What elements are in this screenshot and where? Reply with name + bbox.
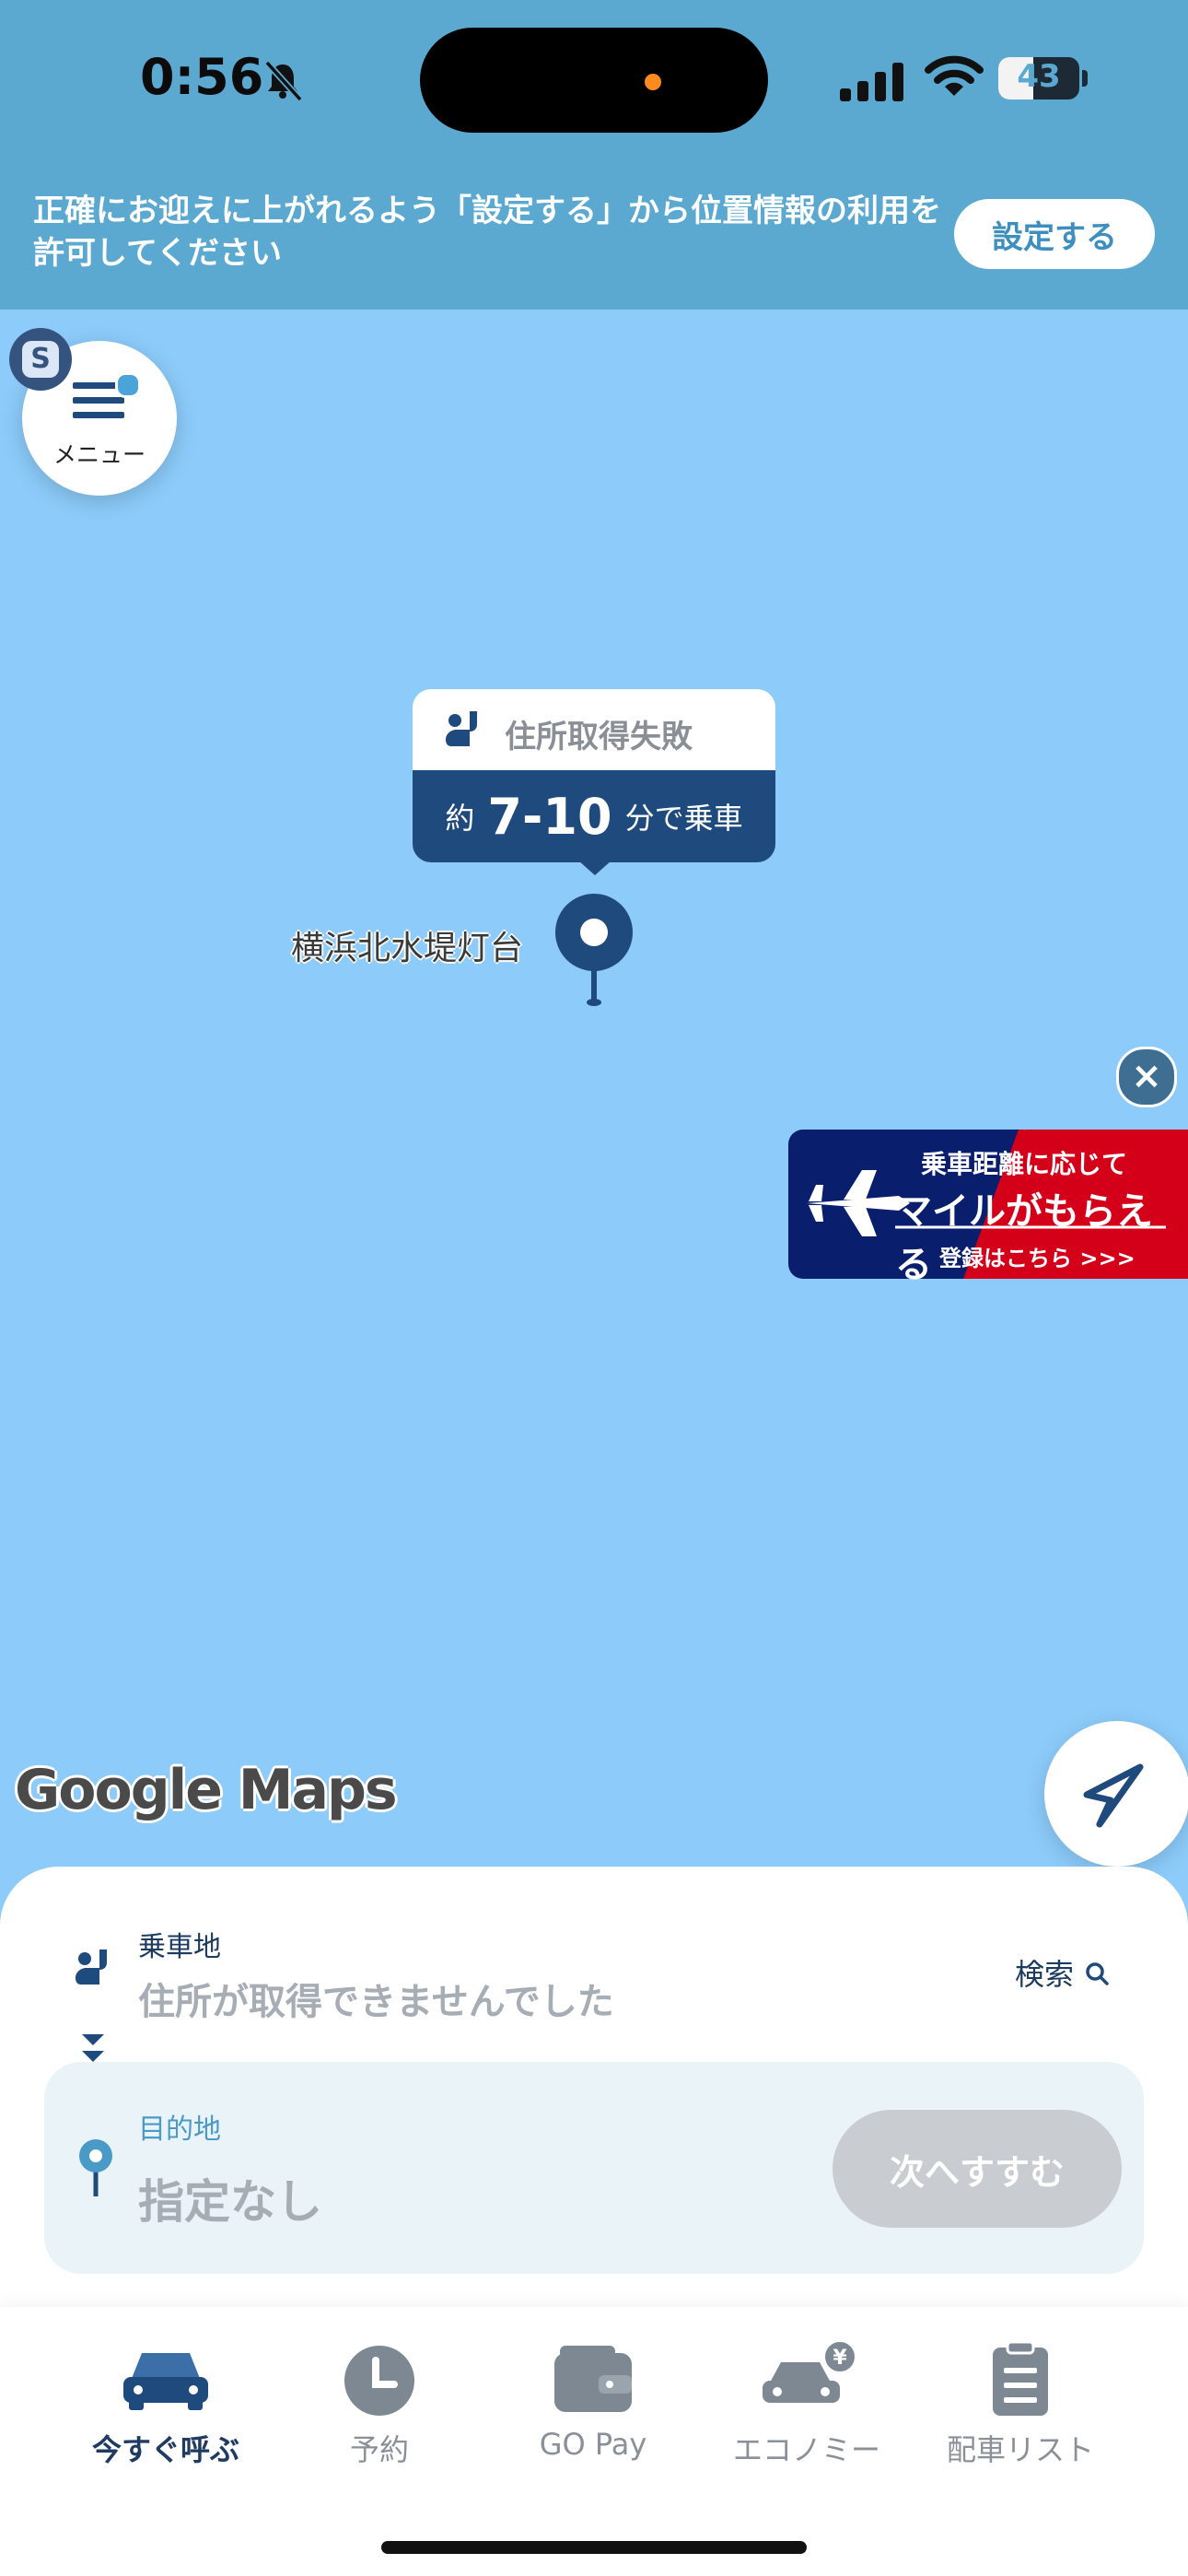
pickup-address[interactable]: 住所が取得できませんでした [138, 1972, 614, 2025]
wifi-icon [925, 55, 984, 96]
ad-line-1: 乗車距離に応じて [921, 1149, 1128, 1179]
cellular-signal-icon [840, 63, 903, 101]
search-icon [1086, 1962, 1109, 1985]
svg-text:¥: ¥ [833, 2347, 847, 2370]
google-maps-logo: Google Maps [15, 1758, 398, 1822]
menu-label: メニュー [52, 441, 146, 468]
destination-value: 指定なし [138, 2175, 322, 2229]
tab-label: GO Pay [539, 2427, 647, 2462]
tooltip-pointer [578, 861, 611, 875]
tab-label: エコノミー [732, 2432, 880, 2467]
destination-pin-icon [79, 2139, 112, 2196]
battery-percent: 43 [1017, 58, 1061, 95]
tab-label: 今すぐ呼ぶ [91, 2432, 239, 2467]
search-label: 検索 [1015, 1957, 1075, 1992]
next-button[interactable]: 次へすすむ [833, 2110, 1122, 2228]
tab-go-pay[interactable]: GO Pay [486, 2331, 700, 2469]
current-location-button[interactable] [1044, 1721, 1188, 1867]
tab-call-now[interactable]: 今すぐ呼ぶ [59, 2331, 273, 2469]
eta-prefix: 約 [445, 801, 475, 836]
tab-economy[interactable]: ¥ エコノミー [700, 2331, 914, 2469]
dynamic-island [420, 28, 768, 133]
account-badge-letter: S [22, 341, 59, 378]
clipboard-icon [993, 2340, 1048, 2416]
pickup-eta[interactable]: 約 7-10 分で乗車 [413, 770, 775, 862]
clock-icon [344, 2346, 414, 2416]
open-settings-button[interactable]: 設定する [954, 199, 1155, 269]
tab-label: 配車リスト [946, 2432, 1094, 2467]
pickup-pin-icon[interactable] [551, 890, 637, 1010]
passenger-hand-icon [76, 1950, 107, 1985]
ad-line-3: 登録はこちら >>> [939, 1246, 1136, 1271]
ad-close-button[interactable]: × [1116, 1047, 1177, 1107]
battery-tip [1082, 70, 1088, 87]
tab-reservation[interactable]: 予約 [273, 2331, 486, 2469]
eta-suffix: 分で乗車 [624, 801, 743, 836]
status-time: 0:56 [140, 48, 264, 106]
economy-car-icon: ¥ [763, 2340, 858, 2403]
eta-range: 7-10 [487, 787, 612, 846]
pickup-tooltip-title: 住所取得失敗 [505, 719, 693, 755]
navigation-arrow-icon [1083, 1763, 1144, 1828]
map-place-label: 横浜北水堤灯台 [291, 930, 524, 967]
privacy-indicator-icon [645, 74, 661, 90]
wallet-icon [554, 2346, 632, 2412]
silent-bell-icon [264, 60, 303, 102]
tab-dispatch-list[interactable]: 配車リスト [914, 2331, 1127, 2469]
permission-message: 正確にお迎えに上がれるよう「設定する」から位置情報の利用を許可してください [33, 193, 941, 272]
pickup-label: 乗車地 [138, 1931, 221, 1963]
car-icon [123, 2353, 208, 2410]
passenger-hand-icon [446, 711, 477, 746]
notification-dot [115, 372, 141, 398]
home-indicator[interactable] [381, 2541, 807, 2554]
destination-label: 目的地 [138, 2113, 221, 2146]
tab-label: 予約 [349, 2432, 409, 2467]
pickup-search-button[interactable]: 検索 [1015, 1951, 1111, 1994]
